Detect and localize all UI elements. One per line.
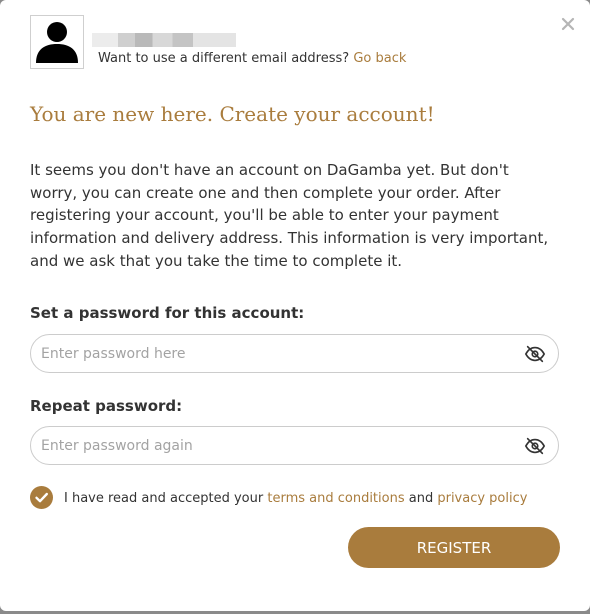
go-back-link[interactable]: Go back: [353, 51, 406, 66]
terms-link[interactable]: terms and conditions: [267, 491, 404, 506]
close-icon[interactable]: [560, 16, 576, 32]
repeat-password-label: Repeat password:: [30, 397, 183, 415]
terms-text: I have read and accepted your terms and …: [64, 491, 527, 506]
eye-slash-icon[interactable]: [524, 436, 546, 456]
register-button[interactable]: REGISTER: [348, 527, 560, 568]
create-account-dialog: Want to use a different email address? G…: [0, 0, 590, 611]
change-email-text: Want to use a different email address?: [98, 51, 354, 66]
check-icon: [35, 492, 48, 503]
page-title: You are new here. Create your account!: [30, 102, 435, 126]
description-text: It seems you don't have an account on Da…: [30, 161, 549, 270]
change-email-prompt: Want to use a different email address? G…: [98, 51, 406, 66]
repeat-password-field: [30, 426, 559, 465]
eye-slash-icon[interactable]: [524, 344, 546, 364]
terms-checkbox[interactable]: [30, 486, 53, 509]
password-field: [30, 334, 559, 373]
repeat-password-input[interactable]: [41, 427, 511, 464]
redacted-email: [92, 33, 236, 47]
privacy-link[interactable]: privacy policy: [437, 491, 527, 506]
password-label: Set a password for this account:: [30, 304, 305, 322]
password-input[interactable]: [41, 335, 511, 372]
terms-middle: and: [404, 491, 438, 506]
terms-prefix: I have read and accepted your: [64, 491, 268, 506]
user-silhouette-icon: [36, 22, 78, 63]
avatar: [30, 15, 84, 69]
